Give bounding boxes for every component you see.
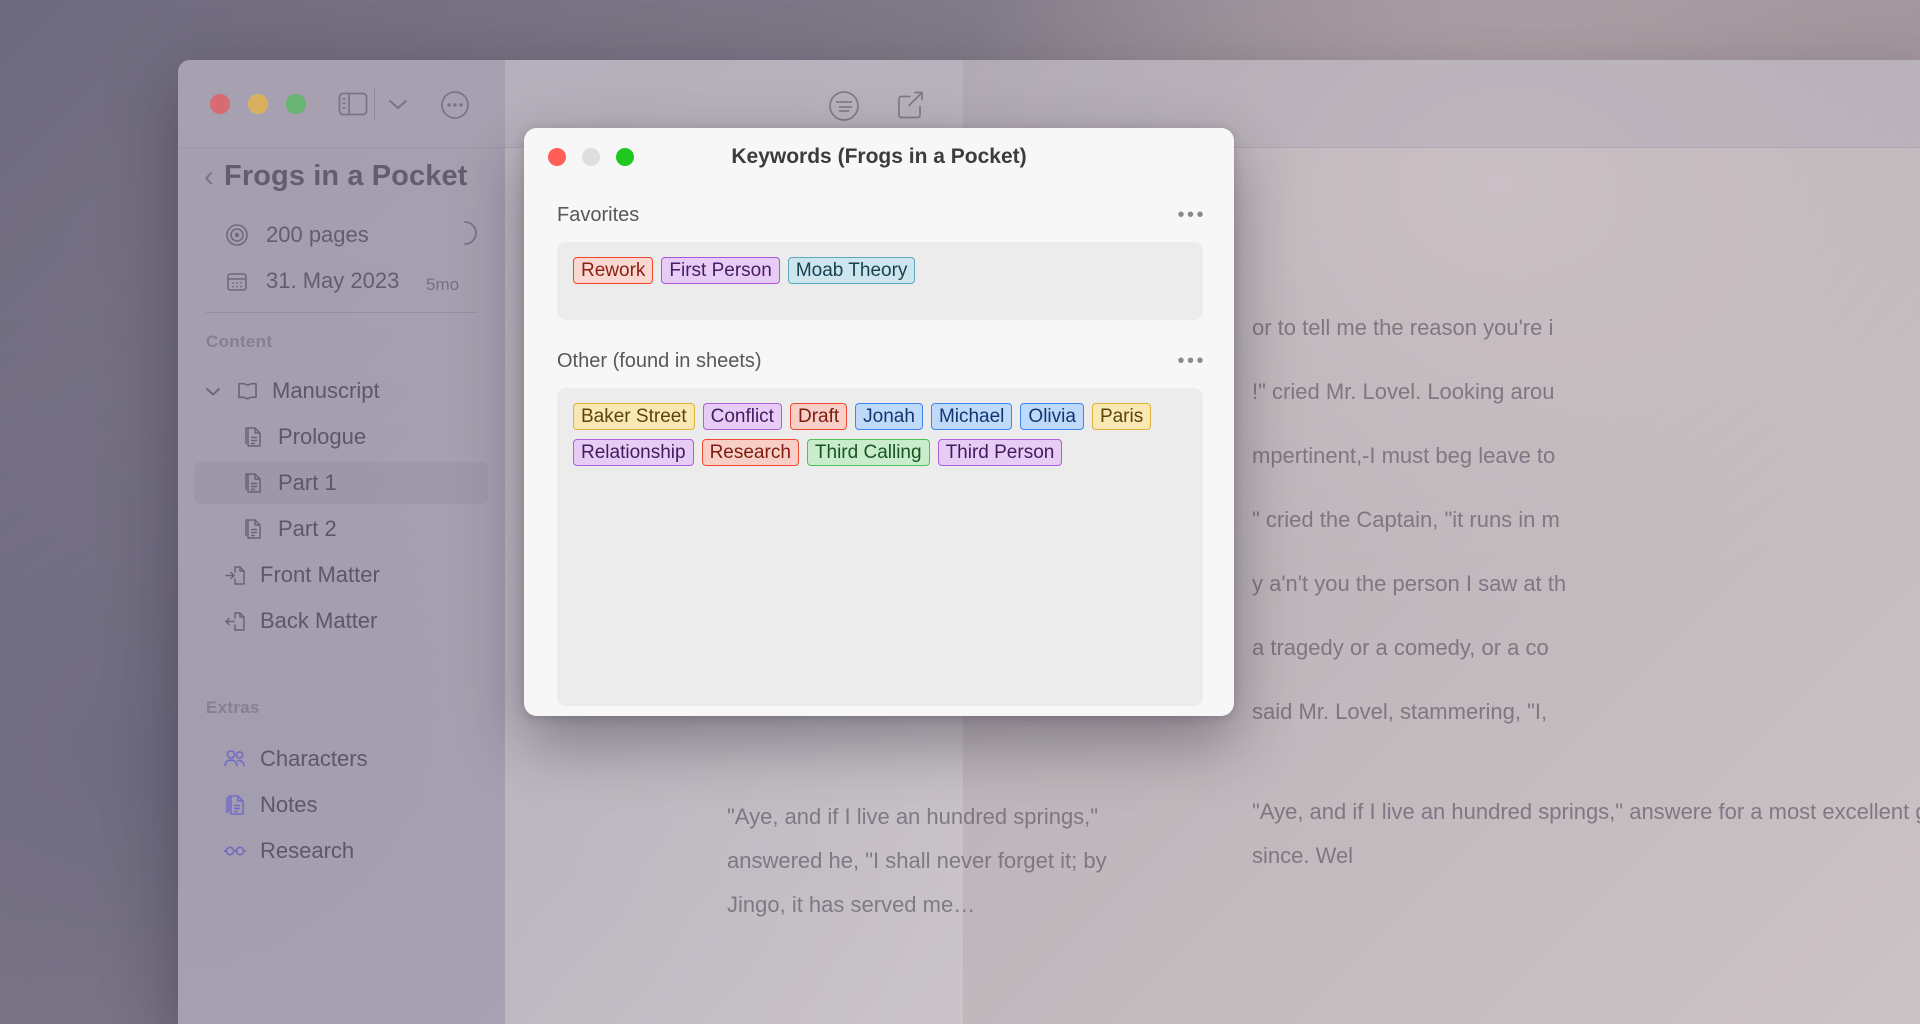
sidebar-item-label: Back Matter — [260, 608, 377, 634]
sidebar-item-label: Research — [260, 838, 354, 864]
zoom-window-button[interactable] — [286, 94, 306, 114]
keyword-tag[interactable]: Paris — [1092, 403, 1151, 430]
sidebar-item-manuscript[interactable]: Manuscript — [194, 370, 488, 412]
close-window-button[interactable] — [210, 94, 230, 114]
notes-icon — [222, 792, 248, 818]
document-icon — [240, 424, 266, 450]
sidebar-item-label: Part 2 — [278, 516, 337, 542]
sidebar-toggle-icon[interactable] — [338, 90, 368, 118]
editor-line: or to tell me the reason you're i — [1252, 306, 1920, 350]
sidebar-meta-date: 31. May 2023 — [224, 268, 399, 294]
glasses-icon — [222, 838, 248, 864]
keyword-tag[interactable]: Research — [702, 439, 799, 466]
sidebar-item-front-matter[interactable]: Front Matter — [194, 554, 488, 596]
progress-ring-icon — [452, 220, 478, 246]
pages-value: 200 pages — [266, 222, 369, 248]
window-traffic-lights[interactable] — [210, 94, 306, 114]
sidebar-item-label: Part 1 — [278, 470, 337, 496]
keyword-tag[interactable]: Relationship — [573, 439, 694, 466]
keyword-tag[interactable]: Michael — [931, 403, 1012, 430]
keyword-tag[interactable]: Moab Theory — [788, 257, 916, 284]
sidebar-divider — [206, 312, 478, 313]
back-chevron-icon[interactable]: ‹ — [204, 162, 214, 192]
calendar-icon — [224, 268, 250, 294]
toolbar-divider — [374, 88, 375, 120]
chevron-down-icon[interactable] — [204, 386, 222, 397]
sidebar-item-label: Front Matter — [260, 562, 380, 588]
sidebar-item-back-matter[interactable]: Back Matter — [194, 600, 488, 642]
sidebar-section-content: Content — [206, 332, 272, 352]
project-title: Frogs in a Pocket — [224, 160, 467, 193]
favorites-label: Favorites — [557, 204, 639, 227]
editor-line: " cried the Captain, "it runs in m — [1252, 498, 1920, 542]
book-icon — [234, 378, 260, 404]
sidebar-item-prologue[interactable]: Prologue — [194, 416, 488, 458]
favorites-more-icon[interactable]: ••• — [1177, 205, 1206, 225]
sidebar-item-research[interactable]: Research — [194, 830, 488, 872]
keyword-tag[interactable]: First Person — [661, 257, 779, 284]
editor-line: mpertinent,-I must beg leave to — [1252, 434, 1920, 478]
favorites-section-header: Favorites ••• — [524, 198, 1234, 232]
desktop-background: ‹ Frogs in a Pocket 200 pages — [0, 0, 1920, 1024]
sidebar-section-extras: Extras — [206, 698, 260, 718]
keyword-tag[interactable]: Jonah — [855, 403, 923, 430]
document-icon — [240, 516, 266, 542]
zoom-dialog-button[interactable] — [616, 148, 634, 166]
sidebar-item-characters[interactable]: Characters — [194, 738, 488, 780]
editor-paragraph: "Aye, and if I live an hundred springs,"… — [1252, 799, 1920, 868]
editor-text-right-bottom: "Aye, and if I live an hundred springs,"… — [1252, 790, 1920, 878]
keyword-tag[interactable]: Third Person — [938, 439, 1063, 466]
editor-line: !" cried Mr. Lovel. Looking arou — [1252, 370, 1920, 414]
editor-line: y a'n't you the person I saw at th — [1252, 562, 1920, 606]
sidebar-item-label: Notes — [260, 792, 317, 818]
editor-paragraph: "Aye, and if I live an hundred springs,"… — [727, 804, 1107, 917]
sidebar-item-part-2[interactable]: Part 2 — [194, 508, 488, 550]
minimize-window-button[interactable] — [248, 94, 268, 114]
back-matter-icon — [222, 608, 248, 634]
other-tag-list[interactable]: Baker Street Conflict Draft Jonah Michael Oli… — [557, 388, 1203, 706]
other-section-header: Other (found in sheets) ••• — [524, 344, 1234, 378]
document-icon — [240, 470, 266, 496]
keyword-tag[interactable]: Baker Street — [573, 403, 695, 430]
sidebar-item-label: Prologue — [278, 424, 366, 450]
compose-icon[interactable] — [894, 88, 926, 120]
sidebar-meta-pages: 200 pages — [224, 222, 369, 248]
target-icon — [224, 222, 250, 248]
sidebar-item-notes[interactable]: Notes — [194, 784, 488, 826]
editor-text-right: or to tell me the reason you're i !" cri… — [1252, 306, 1920, 754]
keywords-dialog: Keywords (Frogs in a Pocket) Favorites •… — [524, 128, 1234, 716]
sidebar-item-label: Characters — [260, 746, 368, 772]
sidebar-header: ‹ Frogs in a Pocket — [204, 160, 467, 193]
other-label: Other (found in sheets) — [557, 350, 762, 373]
chevron-down-icon[interactable] — [386, 92, 410, 116]
inspector-icon[interactable] — [828, 90, 860, 122]
minimize-dialog-button[interactable] — [582, 148, 600, 166]
date-value: 31. May 2023 — [266, 268, 399, 294]
sidebar-item-part-1[interactable]: Part 1 — [194, 462, 488, 504]
keyword-tag[interactable]: Olivia — [1020, 403, 1084, 430]
other-more-icon[interactable]: ••• — [1177, 351, 1206, 371]
sidebar-item-label: Manuscript — [272, 378, 380, 404]
keyword-tag[interactable]: Third Calling — [807, 439, 930, 466]
editor-text-left: "Aye, and if I live an hundred springs,"… — [727, 795, 1107, 927]
editor-line: a tragedy or a comedy, or a co — [1252, 626, 1920, 670]
date-ago-label: 5mo — [426, 275, 459, 295]
people-icon — [222, 746, 248, 772]
keywords-traffic-lights[interactable] — [548, 148, 634, 166]
editor-line: said Mr. Lovel, stammering, "I, — [1252, 690, 1920, 734]
keyword-tag[interactable]: Rework — [573, 257, 653, 284]
close-dialog-button[interactable] — [548, 148, 566, 166]
keywords-titlebar: Keywords (Frogs in a Pocket) — [524, 128, 1234, 184]
keyword-tag[interactable]: Draft — [790, 403, 847, 430]
front-matter-icon — [222, 562, 248, 588]
keyword-tag[interactable]: Conflict — [703, 403, 782, 430]
favorites-tag-list[interactable]: Rework First Person Moab Theory — [557, 242, 1203, 320]
more-circle-icon[interactable] — [440, 90, 470, 120]
